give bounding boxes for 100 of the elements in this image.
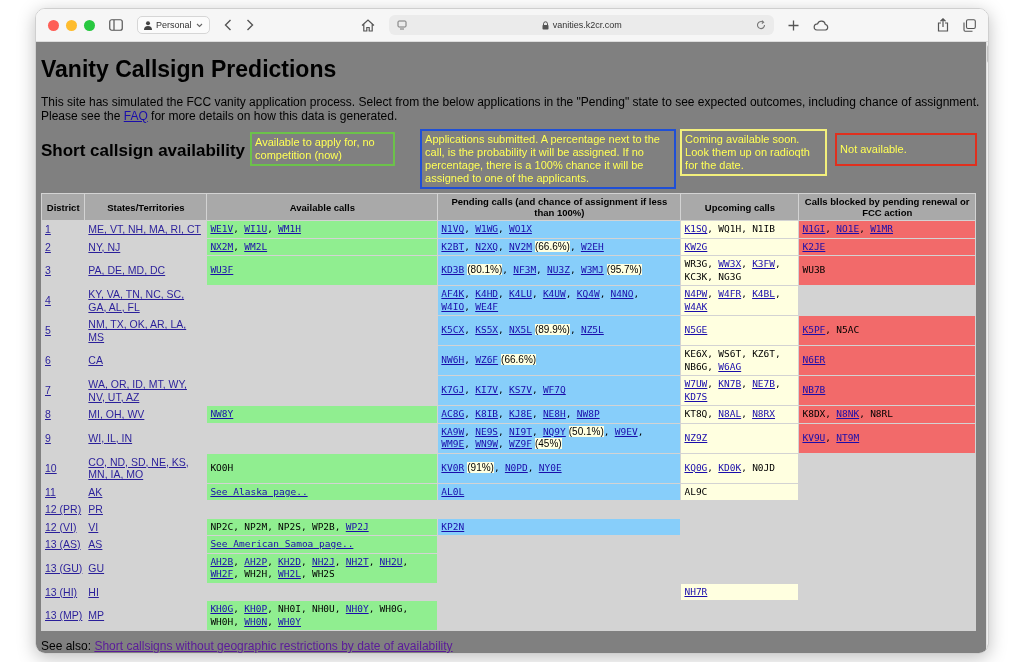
callsign-link[interactable]: K4LU (509, 288, 532, 299)
district-link[interactable]: 3 (45, 264, 51, 277)
sidebar-icon[interactable] (109, 19, 123, 31)
callsign-link[interactable]: NH2J (311, 555, 335, 567)
callsign-link[interactable]: KI7V (475, 384, 499, 396)
page-link[interactable]: See American Samoa page.. (210, 538, 354, 549)
callsign-link[interactable]: KD0K (718, 461, 742, 473)
states-link[interactable]: CA (88, 354, 103, 367)
states-link[interactable]: AK (88, 485, 103, 498)
reload-icon[interactable] (756, 20, 767, 30)
callsign-link[interactable]: WZ9F (509, 438, 532, 449)
district-link[interactable]: 4 (45, 294, 51, 307)
district-link[interactable]: 11 (45, 485, 56, 498)
callsign-link[interactable]: NE8H (542, 408, 566, 419)
callsign-link[interactable]: WO1X (509, 223, 532, 234)
callsign-link[interactable]: NX5L (509, 324, 532, 336)
callsign-link[interactable]: NH2T (345, 555, 369, 567)
callsign-link[interactable]: WH0N (244, 615, 268, 627)
address-bar[interactable]: vanities.k2cr.com (389, 15, 775, 35)
callsign-link[interactable]: N1GI (802, 223, 826, 234)
callsign-link[interactable]: N8AL (718, 408, 742, 419)
states-link[interactable]: HI (88, 585, 99, 598)
callsign-link[interactable]: K5PF (802, 324, 826, 336)
callsign-link[interactable]: W1MR (870, 223, 893, 234)
new-tab-icon[interactable] (788, 19, 800, 31)
district-link[interactable]: 12 (PR) (45, 503, 82, 516)
states-link[interactable]: CO, ND, SD, NE, KS, MN, IA, MO (88, 455, 204, 481)
callsign-link[interactable]: KJ8E (509, 408, 532, 419)
district-link[interactable]: 13 (GU) (45, 561, 83, 575)
callsign-link[interactable]: K4BL (752, 288, 775, 299)
states-link[interactable]: VI (88, 520, 99, 533)
callsign-link[interactable]: N0PD (504, 461, 528, 473)
callsign-link[interactable]: W2EH (580, 240, 604, 252)
states-link[interactable]: PR (88, 503, 103, 516)
district-link[interactable]: 8 (45, 408, 51, 421)
callsign-link[interactable]: NU3Z (547, 264, 570, 276)
district-link[interactable]: 7 (45, 384, 51, 397)
states-link[interactable]: PA, DE, MD, DC (88, 264, 166, 277)
callsign-link[interactable]: W3MJ (580, 264, 604, 276)
callsign-link[interactable]: NZ9Z (684, 431, 708, 443)
callsign-link[interactable]: N5GE (684, 324, 708, 336)
district-link[interactable]: 6 (45, 354, 51, 367)
tabs-icon[interactable] (963, 18, 976, 32)
states-link[interactable]: GU (88, 561, 105, 575)
callsign-link[interactable]: W4FR (718, 288, 742, 299)
callsign-link[interactable]: KH0P (244, 603, 268, 614)
callsign-link[interactable]: N2XQ (475, 240, 499, 252)
callsign-link[interactable]: WP2J (345, 520, 369, 532)
states-link[interactable]: AS (88, 538, 103, 551)
district-link[interactable]: 5 (45, 324, 51, 337)
states-link[interactable]: NY, NJ (88, 240, 121, 253)
states-link[interactable]: NM, TX, OK, AR, LA, MS (88, 318, 204, 343)
district-link[interactable]: 2 (45, 240, 51, 253)
callsign-link[interactable]: K8IB (475, 408, 499, 419)
callsign-link[interactable]: KH2D (278, 555, 301, 567)
district-link[interactable]: 9 (45, 431, 51, 445)
states-link[interactable]: KY, VA, TN, NC, SC, GA, AL, FL (88, 288, 204, 313)
callsign-link[interactable]: W7UW (684, 378, 708, 389)
callsign-link[interactable]: NE7B (752, 378, 775, 389)
states-link[interactable]: WA, OR, ID, MT, WY, NV, UT, AZ (88, 378, 204, 403)
callsign-link[interactable]: N4PW (684, 288, 708, 299)
callsign-link[interactable]: KV0R (441, 461, 465, 473)
callsign-link[interactable]: K1SQ (684, 223, 708, 234)
callsign-link[interactable]: AC8G (441, 408, 465, 419)
callsign-link[interactable]: W4AK (684, 300, 708, 312)
callsign-link[interactable]: NX2M (210, 240, 234, 252)
callsign-link[interactable]: KQ0G (684, 461, 708, 473)
callsign-link[interactable]: N6ER (802, 354, 826, 366)
callsign-link[interactable]: WH0Y (278, 615, 301, 627)
cloud-icon[interactable] (813, 19, 830, 31)
callsign-link[interactable]: N4NO (610, 288, 634, 299)
callsign-link[interactable]: WZ6F (475, 354, 499, 366)
callsign-link[interactable]: NZ5L (580, 324, 604, 336)
callsign-link[interactable]: NT9M (836, 431, 860, 443)
callsign-link[interactable]: WH2L (278, 568, 301, 579)
district-link[interactable]: 1 (45, 223, 51, 236)
callsign-link[interactable]: KP2N (441, 520, 465, 532)
callsign-link[interactable]: N8RX (752, 408, 775, 419)
callsign-link[interactable]: AH2P (244, 555, 268, 567)
callsign-link[interactable]: W4IO (441, 300, 465, 312)
district-link[interactable]: 13 (HI) (45, 585, 78, 598)
states-link[interactable]: MI, OH, WV (88, 408, 145, 421)
callsign-link[interactable]: WU3F (210, 264, 234, 276)
callsign-link[interactable]: NH0Y (345, 603, 369, 614)
callsign-link[interactable]: NO1E (836, 223, 860, 234)
page-link[interactable]: See Alaska page.. (210, 485, 308, 497)
district-link[interactable]: 10 (45, 461, 57, 475)
callsign-link[interactable]: N1VQ (441, 223, 465, 234)
callsign-link[interactable]: NF3M (513, 264, 537, 276)
callsign-link[interactable]: K5CX (441, 324, 465, 336)
callsign-link[interactable]: NI9T (509, 425, 532, 437)
callsign-link[interactable]: KS5X (475, 324, 499, 336)
callsign-link[interactable]: K2JE (802, 240, 826, 252)
callsign-link[interactable]: NQ9Y (542, 425, 566, 437)
back-icon[interactable] (223, 19, 232, 31)
callsign-link[interactable]: W1WG (475, 223, 499, 234)
callsign-link[interactable]: K7GJ (441, 384, 465, 396)
states-link[interactable]: MP (88, 609, 105, 622)
callsign-link[interactable]: WW3X (718, 258, 742, 269)
close-button[interactable] (48, 19, 59, 31)
